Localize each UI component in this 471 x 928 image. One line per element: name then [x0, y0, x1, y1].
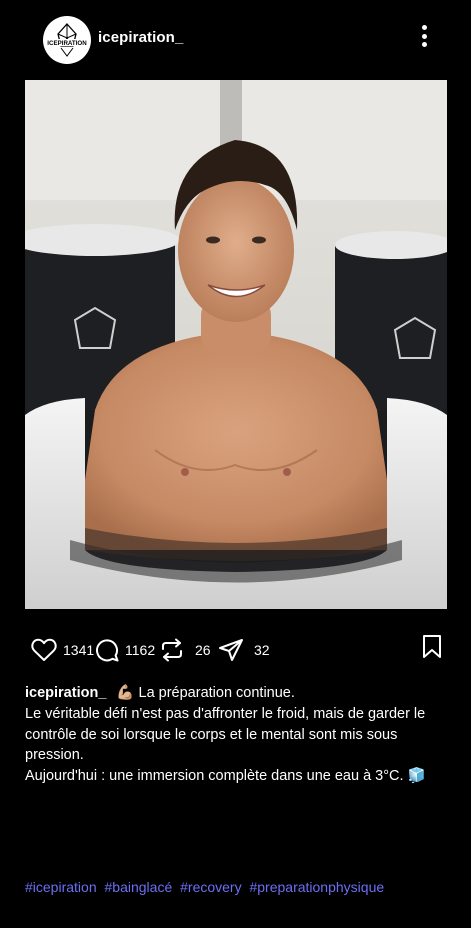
comment-icon — [96, 639, 119, 662]
send-icon — [219, 639, 243, 661]
like-count: 1341 — [63, 642, 95, 658]
like-button[interactable]: 1341 — [31, 638, 94, 662]
share-button[interactable]: 32 — [218, 638, 270, 662]
post-header: ICEPIRATION icepiration_ — [0, 0, 471, 80]
post-actions: 1341 1162 26 32 — [0, 630, 471, 674]
hashtag-link[interactable]: #icepiration — [25, 879, 97, 895]
comment-count: 1162 — [125, 642, 156, 658]
save-button[interactable] — [420, 634, 444, 665]
repost-button[interactable]: 26 — [159, 638, 211, 662]
caption-line-2: Le véritable défi n'est pas d'affronter … — [25, 705, 426, 764]
heart-icon — [31, 638, 57, 661]
hashtag-link[interactable]: #bainglacé — [105, 879, 173, 895]
post-caption: icepiration_ 💪🏼 La préparation continue.… — [25, 683, 445, 787]
share-count: 32 — [254, 642, 270, 658]
comment-button[interactable]: 1162 — [95, 638, 155, 662]
icepiration-logo-icon: ICEPIRATION — [46, 19, 88, 61]
hashtag-link[interactable]: #preparationphysique — [249, 879, 384, 895]
repost-icon — [162, 638, 182, 662]
avatar[interactable]: ICEPIRATION — [43, 16, 91, 64]
caption-line-3: Aujourd'hui : une immersion complète dan… — [25, 768, 426, 785]
repost-count: 26 — [195, 642, 211, 658]
logo-text: ICEPIRATION — [47, 40, 87, 47]
caption-username[interactable]: icepiration_ — [25, 685, 106, 701]
hashtag-link[interactable]: #recovery — [180, 879, 241, 895]
account-username[interactable]: icepiration_ — [98, 29, 183, 46]
post-image[interactable] — [25, 80, 447, 609]
bookmark-icon — [423, 635, 441, 658]
more-vertical-icon[interactable] — [412, 22, 436, 50]
hashtags: #icepiration #bainglacé #recovery #prepa… — [25, 879, 388, 895]
post-photo-illustration — [25, 80, 447, 609]
caption-line-1: 💪🏼 La préparation continue. — [116, 685, 295, 701]
